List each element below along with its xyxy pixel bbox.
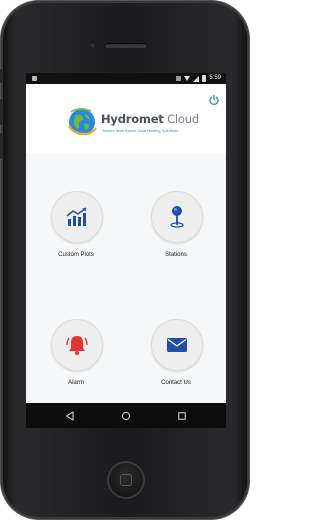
battery-icon	[202, 75, 207, 82]
custom-plots-label: Custom Plots	[58, 252, 94, 258]
mute-switch	[0, 69, 3, 83]
physical-home-button[interactable]	[107, 461, 145, 499]
globe-logo-icon	[68, 107, 97, 136]
no-sim-icon	[176, 76, 182, 81]
hydromet-cloud-logo: Hydromet Cloud Secure Web Based Data Hos…	[66, 106, 206, 146]
status-time: 5:59	[209, 75, 221, 81]
contact-us-button[interactable]	[151, 319, 203, 371]
logo-tagline: Secure Web Based Data Hosting Solutions	[102, 128, 179, 133]
app-header: Hydromet Cloud Secure Web Based Data Hos…	[26, 84, 226, 154]
menu-item-stations[interactable]: Stations	[136, 191, 216, 263]
contact-us-label: Contact Us	[161, 380, 191, 386]
custom-plots-button[interactable]	[51, 191, 103, 243]
phone-frame: 5:59 Hydromet Cloud Secure Web Based Dat…	[0, 1, 249, 519]
status-bar: 5:59	[26, 73, 226, 84]
bar-chart-trend-icon	[66, 207, 87, 226]
envelope-icon	[167, 338, 187, 352]
home-button-square-icon	[120, 474, 132, 486]
wifi-icon	[184, 76, 191, 81]
alarm-button[interactable]	[51, 319, 103, 371]
logo-title-accent: Cloud	[163, 112, 199, 126]
back-icon[interactable]	[64, 410, 76, 422]
volume-down-button	[0, 133, 3, 159]
menu-item-contact-us[interactable]: Contact Us	[136, 319, 216, 391]
front-camera	[89, 42, 96, 49]
menu-item-custom-plots[interactable]: Custom Plots	[36, 191, 116, 263]
alarm-label: Alarm	[68, 380, 84, 386]
map-pin-icon	[170, 206, 184, 228]
volume-up-button	[0, 99, 3, 125]
navigation-bar	[26, 403, 226, 428]
logo-title: Hydromet Cloud	[101, 112, 199, 126]
notification-icon	[32, 76, 37, 81]
phone-screen: 5:59 Hydromet Cloud Secure Web Based Dat…	[26, 73, 226, 428]
stations-button[interactable]	[151, 191, 203, 243]
home-icon[interactable]	[120, 410, 132, 422]
stations-label: Stations	[165, 252, 187, 258]
earpiece-speaker	[105, 43, 147, 48]
power-icon[interactable]	[208, 93, 220, 106]
menu-item-alarm[interactable]: Alarm	[36, 319, 116, 391]
recents-icon[interactable]	[176, 410, 188, 422]
signal-icon	[193, 75, 200, 82]
bell-icon	[66, 336, 88, 355]
logo-title-main: Hydromet	[101, 112, 164, 126]
